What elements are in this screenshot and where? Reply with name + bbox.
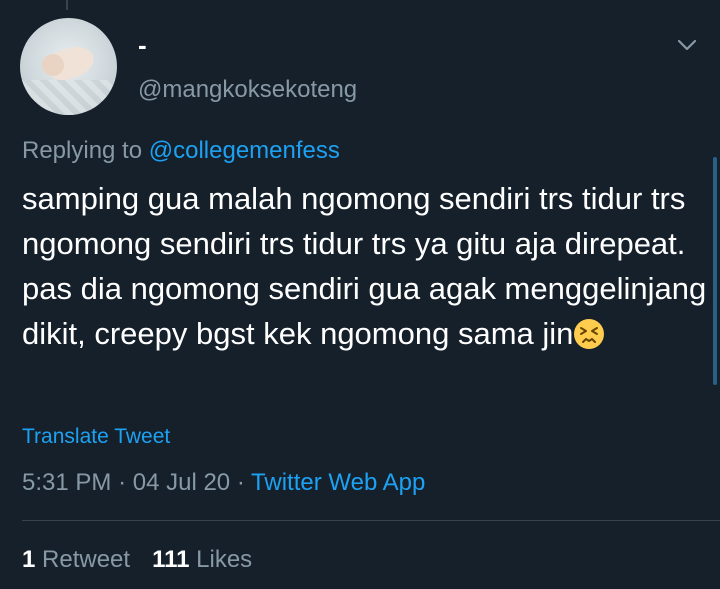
thread-connector-line [66, 0, 68, 10]
tweet-stats: 1 Retweet 111 Likes [22, 546, 252, 574]
retweets-label: Retweet [42, 546, 131, 573]
avatar[interactable] [20, 18, 117, 115]
tweet-date[interactable]: 04 Jul 20 [133, 469, 230, 496]
tweet-text: samping gua malah ngomong sendiri trs ti… [22, 176, 712, 356]
likes-count: 111 [152, 546, 190, 573]
likes-stat[interactable]: 111 Likes [152, 546, 252, 573]
author-handle[interactable]: @mangkoksekoteng [138, 76, 357, 104]
replying-to: Replying to @collegemenfess [22, 137, 340, 165]
likes-label: Likes [196, 546, 253, 573]
tweet-meta: 5:31 PM · 04 Jul 20 · Twitter Web App [22, 469, 425, 497]
replying-to-prefix: Replying to [22, 137, 143, 164]
scrollbar[interactable] [713, 157, 717, 385]
retweets-count: 1 [22, 546, 36, 573]
retweets-stat[interactable]: 1 Retweet [22, 546, 130, 573]
meta-separator: · [118, 469, 127, 496]
chevron-down-icon [677, 39, 697, 51]
persevering-face-emoji-icon [574, 319, 605, 349]
author-display-name[interactable]: - [138, 30, 147, 61]
tweet-time[interactable]: 5:31 PM [22, 469, 111, 496]
meta-separator: · [236, 469, 245, 496]
translate-tweet-link[interactable]: Translate Tweet [22, 425, 170, 449]
divider [22, 520, 720, 521]
replying-to-mention[interactable]: @collegemenfess [149, 137, 340, 164]
tweet-source-link[interactable]: Twitter Web App [251, 469, 425, 496]
tweet-menu-button[interactable] [672, 30, 702, 60]
